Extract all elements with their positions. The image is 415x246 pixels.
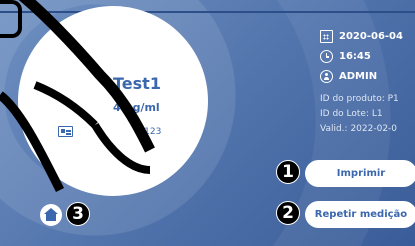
clock-icon <box>320 50 333 63</box>
measurement-result-screen: Test1 4 µg/ml X123 2020-06-04 16:45 ADMI… <box>0 0 415 246</box>
user-row: ADMIN <box>320 70 377 83</box>
print-button[interactable]: Imprimir <box>305 160 415 187</box>
user-icon <box>320 70 333 83</box>
top-divider <box>0 11 415 13</box>
sample-code: X123 <box>138 127 162 137</box>
home-icon-base <box>46 214 56 221</box>
repeat-measurement-button[interactable]: Repetir medição <box>305 201 415 228</box>
time-value: 16:45 <box>339 51 371 62</box>
sample-concentration: 4 µg/ml <box>113 101 160 114</box>
lot-id: ID do Lote: L1 <box>320 109 383 119</box>
id-card-icon <box>58 126 73 137</box>
valid-date: Valid.: 2022-02-0 <box>320 124 398 134</box>
callout-2: 2 <box>276 201 300 225</box>
user-value: ADMIN <box>339 71 378 82</box>
callout-1: 1 <box>276 160 300 184</box>
date-row: 2020-06-04 <box>320 30 403 43</box>
callout-3: 3 <box>66 202 90 226</box>
home-button[interactable] <box>40 204 62 226</box>
device-frame-edge <box>0 0 22 38</box>
sample-result-card: Test1 4 µg/ml X123 <box>18 6 208 196</box>
product-id: ID do produto: P1 <box>320 94 399 104</box>
calendar-icon <box>320 30 333 43</box>
date-value: 2020-06-04 <box>339 31 403 42</box>
time-row: 16:45 <box>320 50 371 63</box>
sample-name: Test1 <box>113 74 161 93</box>
